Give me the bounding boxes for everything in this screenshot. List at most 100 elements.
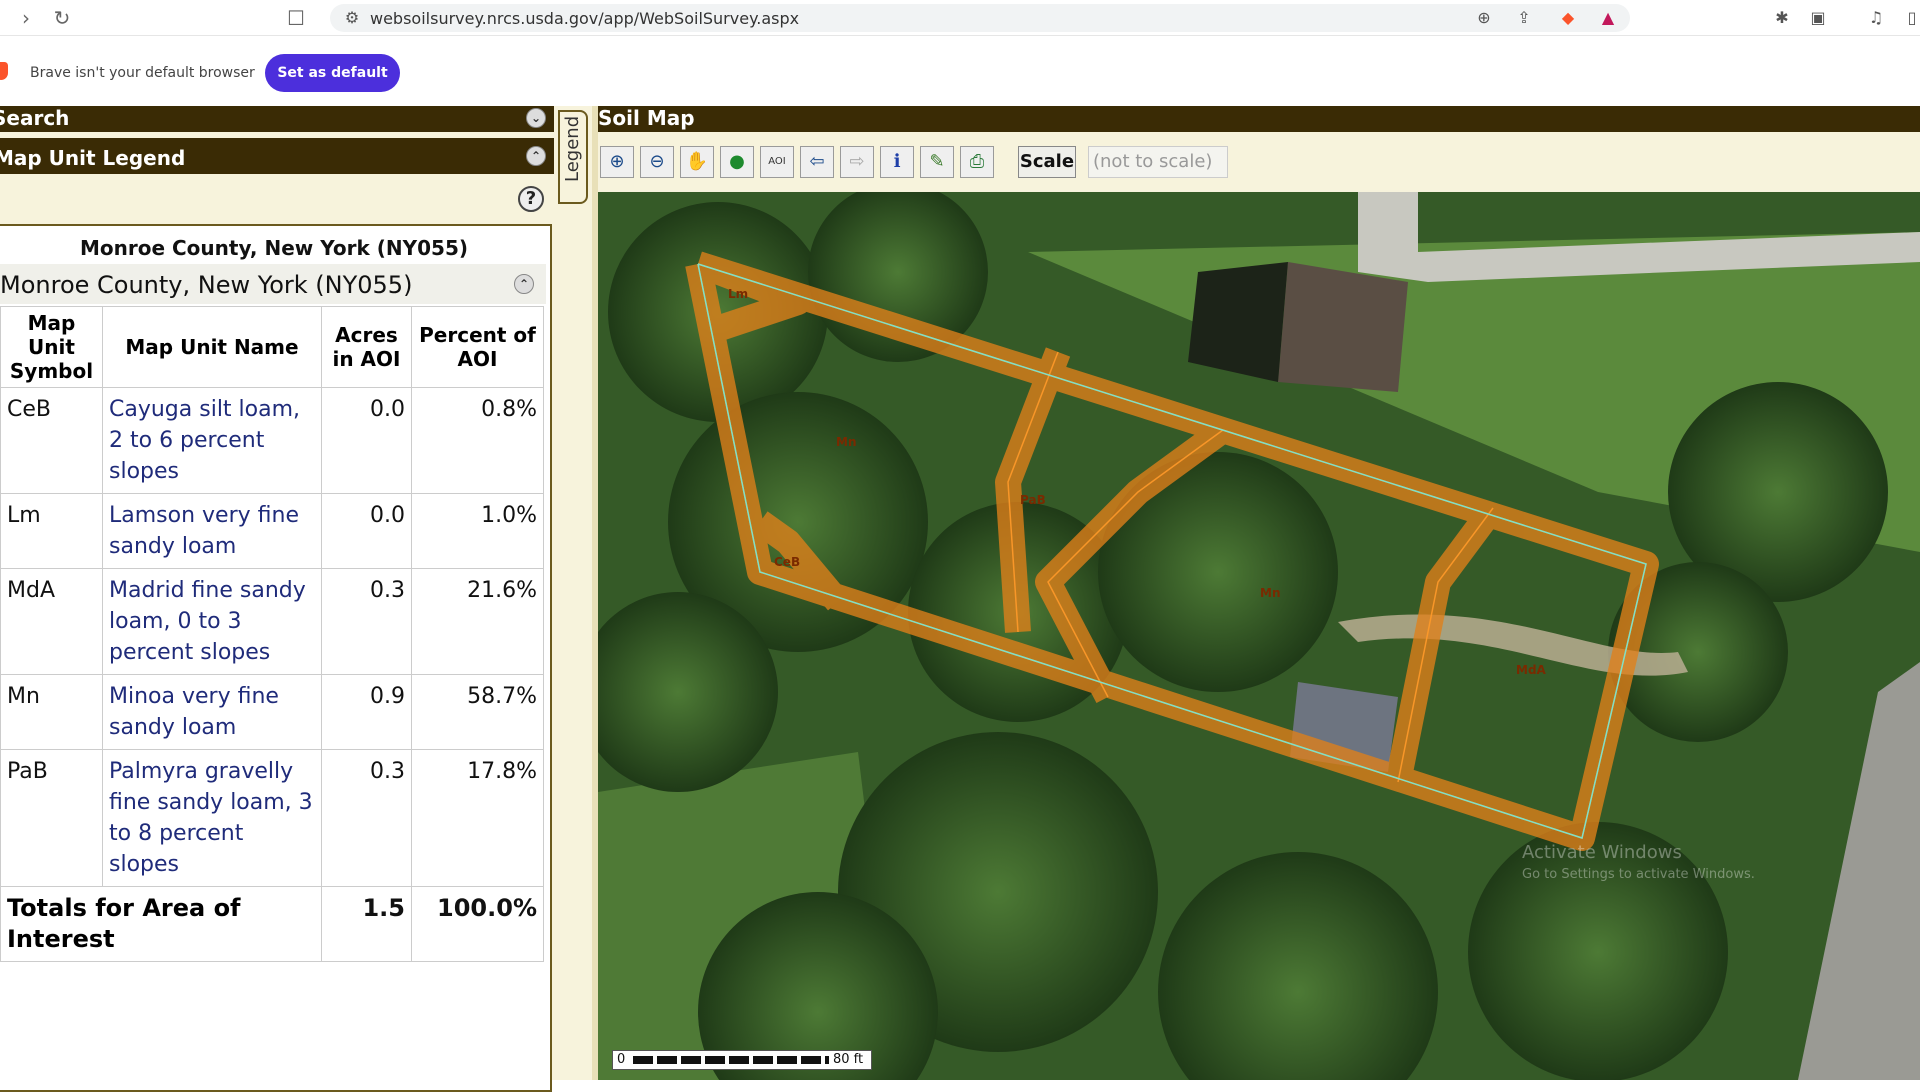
column-header-name: Map Unit Name — [102, 306, 322, 388]
legend-box: Monroe County, New York (NY055) Monroe C… — [0, 224, 552, 1092]
map-unit-symbol: Mn — [0, 674, 103, 750]
table-row: PaB Palmyra gravelly fine sandy loam, 3 … — [0, 749, 544, 887]
back-arrow-icon[interactable]: ⇦ — [800, 146, 834, 178]
scalebar-end: 80 ft — [833, 1052, 864, 1067]
percent-value: 21.6% — [411, 568, 544, 675]
zoom-icon[interactable]: ⊕ — [1474, 8, 1494, 28]
collapse-icon[interactable]: ⌃ — [526, 146, 546, 166]
zoom-out-icon[interactable]: ⊖ — [640, 146, 674, 178]
pan-icon[interactable]: ✋ — [680, 146, 714, 178]
acres-value: 0.3 — [321, 749, 412, 887]
forward-arrow-icon[interactable]: ⇨ — [840, 146, 874, 178]
watermark-line1: Activate Windows — [1522, 842, 1682, 863]
scalebar-start: 0 — [617, 1052, 626, 1067]
percent-value: 1.0% — [411, 493, 544, 569]
help-icon[interactable]: ? — [518, 186, 544, 212]
soil-label-mda[interactable]: MdA — [1516, 663, 1547, 677]
map-unit-name-link[interactable]: Lamson very fine sandy loam — [102, 493, 322, 569]
column-header-acres: Acres in AOI — [321, 306, 412, 388]
forward-arrow-icon[interactable]: › — [14, 6, 38, 30]
globe-icon[interactable]: ● — [720, 146, 754, 178]
scale-button[interactable]: Scale — [1018, 146, 1076, 178]
map-unit-table: Map Unit Symbol Map Unit Name Acres in A… — [0, 306, 544, 962]
percent-value: 17.8% — [411, 749, 544, 887]
sidebar-icon[interactable]: ▯ — [1900, 6, 1920, 30]
map-panel: Soil Map ⊕ ⊖ ✋ ● AOI ⇦ ⇨ ℹ ✎ ⎙ Scale (no… — [598, 106, 1920, 1080]
acres-value: 0.9 — [321, 674, 412, 750]
soil-label-mn[interactable]: Mn — [836, 435, 856, 449]
collapse-icon[interactable]: ⌃ — [514, 274, 534, 294]
soil-map-header: Soil Map — [598, 106, 1920, 132]
reload-icon[interactable]: ↻ — [50, 6, 74, 30]
search-title: Search — [0, 106, 70, 130]
extensions-icon[interactable]: ✱ — [1770, 6, 1794, 30]
address-bar[interactable]: ⚙ websoilsurvey.nrcs.usda.gov/app/WebSoi… — [330, 4, 1630, 32]
percent-value: 0.8% — [411, 387, 544, 494]
map-scalebar: 0 80 ft — [612, 1050, 872, 1070]
url-text: websoilsurvey.nrcs.usda.gov/app/WebSoilS… — [370, 9, 800, 28]
soil-label-ceb[interactable]: CeB — [774, 555, 800, 569]
acres-value: 0.0 — [321, 387, 412, 494]
totals-percent: 100.0% — [411, 886, 544, 962]
map-unit-name-link[interactable]: Madrid fine sandy loam, 0 to 3 percent s… — [102, 568, 322, 675]
share-icon[interactable]: ⇪ — [1514, 8, 1534, 28]
info-icon[interactable]: ℹ — [880, 146, 914, 178]
default-browser-bar: Brave isn't your default browser Set as … — [0, 36, 1920, 106]
table-row: CeB Cayuga silt loam, 2 to 6 percent slo… — [0, 387, 544, 494]
aerial-map[interactable]: Lm Mn PaB CeB Mn MdA Activate Windows Go… — [598, 192, 1920, 1080]
map-unit-name-link[interactable]: Minoa very fine sandy loam — [102, 674, 322, 750]
totals-row: Totals for Area of Interest 1.5 100.0% — [0, 886, 544, 962]
soil-label-lm[interactable]: Lm — [728, 287, 748, 301]
map-unit-name-link[interactable]: Cayuga silt loam, 2 to 6 percent slopes — [102, 387, 322, 494]
acres-value: 0.0 — [321, 493, 412, 569]
soil-map-title: Soil Map — [598, 106, 695, 130]
media-icon[interactable]: ♫ — [1864, 6, 1888, 30]
county-heading: Monroe County, New York (NY055) — [79, 236, 469, 260]
map-unit-name-link[interactable]: Palmyra gravelly fine sandy loam, 3 to 8… — [102, 749, 322, 887]
map-unit-symbol: Lm — [0, 493, 103, 569]
map-unit-legend-title: Map Unit Legend — [0, 146, 186, 170]
totals-label: Totals for Area of Interest — [0, 886, 322, 962]
totals-acres: 1.5 — [321, 886, 412, 962]
scalebar-graphic — [633, 1056, 829, 1064]
map-unit-symbol: PaB — [0, 749, 103, 887]
house-shadow — [1188, 262, 1288, 382]
print-icon[interactable]: ⎙ — [960, 146, 994, 178]
bookmark-icon[interactable]: ☐ — [284, 6, 308, 30]
legend-tab[interactable]: Legend — [558, 110, 588, 204]
aoi-icon[interactable]: AOI — [760, 146, 794, 178]
browser-toolbar: › ↻ ☐ ⚙ websoilsurvey.nrcs.usda.gov/app/… — [0, 0, 1920, 36]
scale-select-value: (not to scale) — [1093, 151, 1213, 172]
search-panel-header[interactable]: Search ⌄ — [0, 106, 554, 132]
table-row: Mn Minoa very fine sandy loam 0.9 58.7% — [0, 674, 544, 750]
table-header-row: Map Unit Symbol Map Unit Name Acres in A… — [0, 306, 544, 388]
watermark-line2: Go to Settings to activate Windows. — [1522, 867, 1755, 882]
soil-label-mn[interactable]: Mn — [1260, 586, 1280, 600]
scale-select[interactable]: (not to scale) ⌄ — [1088, 146, 1228, 201]
map-unit-symbol: MdA — [0, 568, 103, 675]
web-soil-survey-app: Search ⌄ Map Unit Legend ⌃ ? Monroe Coun… — [0, 106, 1920, 1092]
map-toolbar: ⊕ ⊖ ✋ ● AOI ⇦ ⇨ ℹ ✎ ⎙ Scale (not to scal… — [598, 132, 1920, 201]
county-subheading: Monroe County, New York (NY055) — [0, 271, 413, 299]
brave-rewards-icon[interactable]: ▲ — [1598, 8, 1618, 28]
brave-logo-icon — [0, 62, 8, 80]
column-header-percent: Percent of AOI — [411, 306, 544, 388]
site-settings-icon[interactable]: ⚙ — [342, 8, 362, 28]
measure-icon[interactable]: ✎ — [920, 146, 954, 178]
map-canvas[interactable]: Lm Mn PaB CeB Mn MdA Activate Windows Go… — [598, 192, 1920, 1080]
tab-icon[interactable]: ▣ — [1806, 6, 1830, 30]
legend-tab-label: Legend — [562, 115, 583, 182]
table-row: Lm Lamson very fine sandy loam 0.0 1.0% — [0, 493, 544, 569]
acres-value: 0.3 — [321, 568, 412, 675]
map-unit-legend-header[interactable]: Map Unit Legend ⌃ — [0, 138, 554, 174]
column-header-symbol: Map Unit Symbol — [0, 306, 103, 388]
set-default-button[interactable]: Set as default — [265, 54, 400, 92]
house-roof — [1278, 262, 1408, 392]
expand-icon[interactable]: ⌄ — [526, 108, 546, 128]
soil-label-pab[interactable]: PaB — [1020, 493, 1046, 507]
county-row[interactable]: Monroe County, New York (NY055) ⌃ — [0, 264, 546, 304]
zoom-in-icon[interactable]: ⊕ — [600, 146, 634, 178]
percent-value: 58.7% — [411, 674, 544, 750]
table-row: MdA Madrid fine sandy loam, 0 to 3 perce… — [0, 568, 544, 675]
brave-shield-icon[interactable]: ◆ — [1558, 8, 1578, 28]
